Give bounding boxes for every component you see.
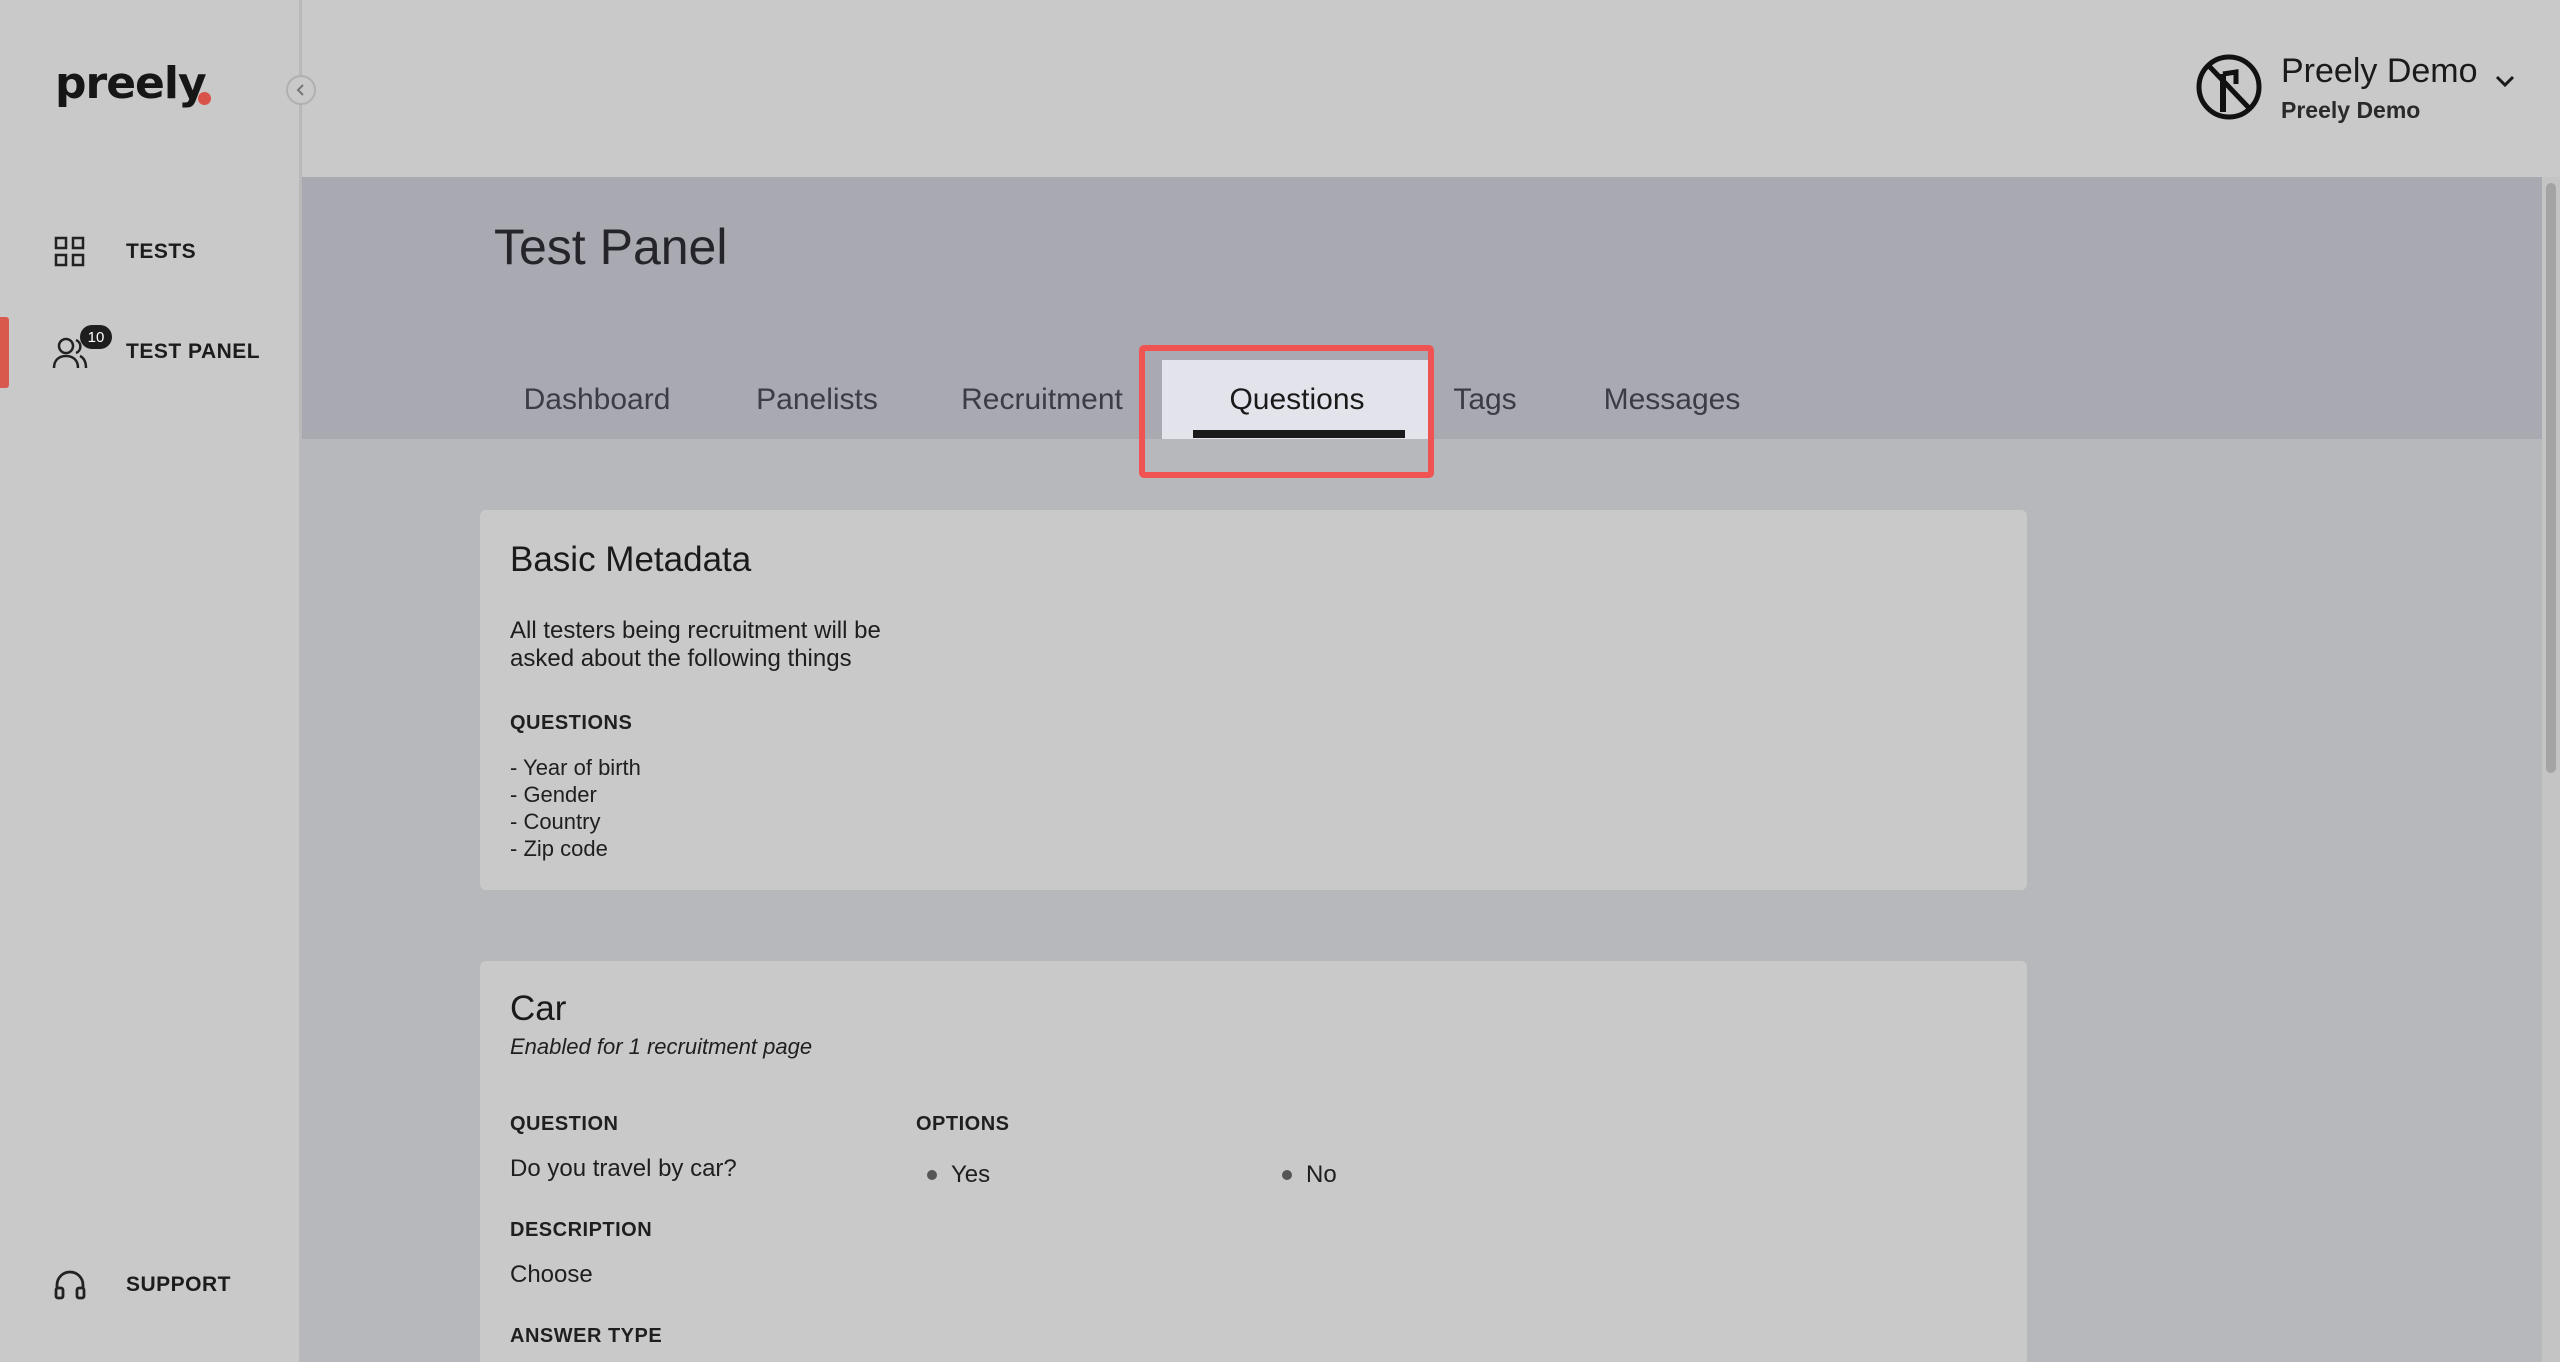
options-label: OPTIONS xyxy=(916,1113,1010,1135)
option-label: Yes xyxy=(951,1161,991,1188)
card-title: Car xyxy=(510,989,567,1028)
card-subtitle: Enabled for 1 recruitment page xyxy=(510,1034,813,1059)
list-item: - Zip code xyxy=(510,836,608,861)
sidebar: preely TESTS 10 TEST PANEL SUPPORT xyxy=(0,0,301,1362)
collapse-sidebar-button[interactable] xyxy=(286,75,316,105)
list-item: - Year of birth xyxy=(510,755,641,780)
answer-type-label: ANSWER TYPE xyxy=(510,1325,663,1347)
sidebar-item-test-panel[interactable]: 10 TEST PANEL xyxy=(0,317,299,388)
question-label: QUESTION xyxy=(510,1113,619,1135)
user-name[interactable]: Preely Demo xyxy=(2281,52,2478,91)
tab-messages[interactable]: Messages xyxy=(1577,360,1767,439)
scrollbar[interactable] xyxy=(2542,177,2560,1362)
sidebar-item-label: TEST PANEL xyxy=(126,340,261,363)
logo-dot xyxy=(198,92,211,105)
list-item: - Country xyxy=(510,809,601,834)
bullet-icon xyxy=(927,1170,937,1180)
highlight-box xyxy=(1139,345,1434,478)
preely-logo[interactable]: preely xyxy=(55,58,207,109)
question-text: Do you travel by car? xyxy=(510,1155,737,1182)
tab-tags[interactable]: Tags xyxy=(1430,360,1540,439)
grid-icon xyxy=(54,236,85,267)
sidebar-item-tests[interactable]: TESTS xyxy=(0,217,299,287)
active-indicator xyxy=(0,317,9,388)
option-no: No xyxy=(1282,1161,1337,1189)
option-yes: Yes xyxy=(927,1161,990,1189)
chevron-down-icon[interactable] xyxy=(2494,72,2516,90)
sidebar-item-label: SUPPORT xyxy=(126,1273,232,1296)
questions-list: - Year of birth - Gender - Country - Zip… xyxy=(510,754,641,862)
user-organization: Preely Demo xyxy=(2281,97,2421,123)
tab-panelists[interactable]: Panelists xyxy=(742,360,892,439)
questions-label: QUESTIONS xyxy=(510,712,633,734)
description-text: Choose xyxy=(510,1261,593,1288)
sidebar-item-support[interactable]: SUPPORT xyxy=(0,1250,299,1320)
card-title: Basic Metadata xyxy=(510,540,752,579)
page-title: Test Panel xyxy=(494,219,728,275)
bullet-icon xyxy=(1282,1170,1292,1180)
tab-dashboard[interactable]: Dashboard xyxy=(512,360,682,439)
sidebar-item-label: TESTS xyxy=(126,240,197,263)
basic-metadata-card: Basic Metadata All testers being recruit… xyxy=(480,510,2027,890)
scrollbar-thumb[interactable] xyxy=(2546,183,2556,773)
description-label: DESCRIPTION xyxy=(510,1219,653,1241)
option-label: No xyxy=(1306,1161,1337,1188)
notification-badge: 10 xyxy=(80,325,112,349)
chevron-left-icon xyxy=(296,84,304,96)
car-question-card[interactable]: Car Enabled for 1 recruitment page QUEST… xyxy=(480,961,2027,1362)
list-item: - Gender xyxy=(510,782,597,807)
user-avatar-icon[interactable] xyxy=(2196,54,2262,120)
headset-icon xyxy=(54,1270,86,1300)
card-description: All testers being recruitment will be as… xyxy=(510,617,881,672)
tab-recruitment[interactable]: Recruitment xyxy=(952,360,1132,439)
